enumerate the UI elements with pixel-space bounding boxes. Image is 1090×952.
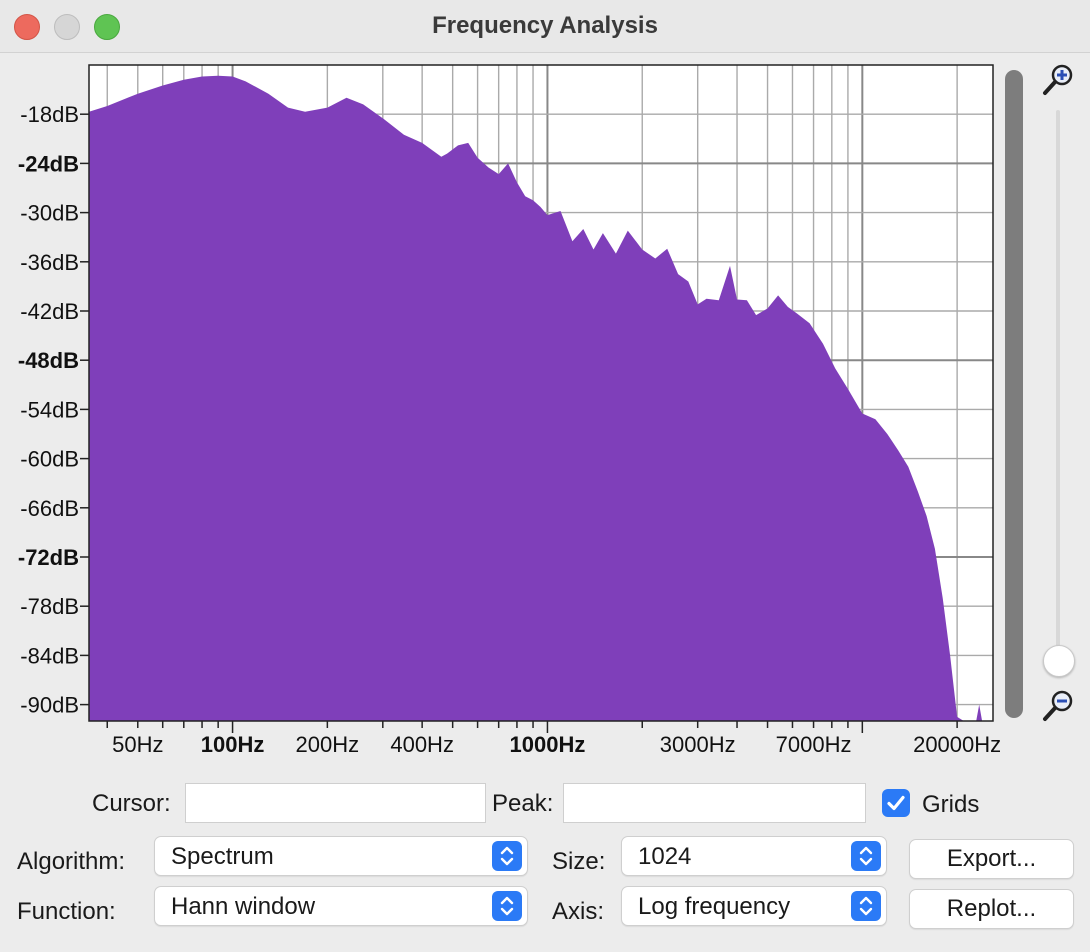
y-tick-label: -42dB: [20, 299, 79, 324]
x-tick-label: 400Hz: [390, 732, 454, 757]
size-label: Size:: [552, 848, 606, 875]
algorithm-label: Algorithm:: [17, 848, 126, 875]
zoom-slider-thumb[interactable]: [1043, 645, 1075, 677]
algorithm-value: Spectrum: [171, 843, 274, 870]
y-tick-label: -60dB: [20, 447, 79, 472]
chevron-updown-icon: [851, 891, 881, 921]
axis-label: Axis:: [552, 898, 605, 925]
zoom-in-icon[interactable]: [1040, 62, 1076, 98]
zoom-slider-track[interactable]: [1056, 110, 1060, 670]
y-tick-label: -66dB: [20, 496, 79, 521]
y-tick-label: -30dB: [20, 201, 79, 226]
x-axis-labels: 50Hz 100Hz 200Hz 400Hz 1000Hz 3000Hz 7000Hz 200…: [112, 732, 1000, 757]
chevron-updown-icon: [492, 891, 522, 921]
size-value: 1024: [638, 843, 692, 870]
peak-label: Peak:: [492, 790, 554, 817]
axis-select[interactable]: Log frequency: [621, 886, 887, 926]
cursor-field[interactable]: [185, 783, 486, 823]
x-tick-label: 20000Hz: [913, 732, 1000, 757]
y-tick-label: -90dB: [20, 693, 79, 718]
cursor-label: Cursor:: [92, 790, 171, 817]
vertical-scrollbar[interactable]: [1005, 70, 1023, 718]
y-tick-label: -84dB: [20, 643, 79, 668]
y-tick-label: -18dB: [20, 102, 79, 127]
y-tick-label: -72dB: [18, 545, 79, 570]
x-tick-label: 1000Hz: [510, 732, 586, 757]
chevron-updown-icon: [851, 841, 881, 871]
y-tick-label: -36dB: [20, 250, 79, 275]
function-value: Hann window: [171, 893, 316, 920]
grids-checkbox[interactable]: [882, 789, 910, 817]
y-axis-labels: -18dB -24dB -30dB -36dB -42dB -48dB -54dB -60dB…: [18, 102, 79, 717]
replot-button[interactable]: Replot...: [909, 889, 1074, 929]
y-axis-ticks: [80, 113, 89, 706]
axis-value: Log frequency: [638, 893, 791, 920]
function-label: Function:: [17, 898, 116, 925]
export-button[interactable]: Export...: [909, 839, 1074, 879]
y-tick-label: -54dB: [20, 397, 79, 422]
chevron-updown-icon: [492, 841, 522, 871]
y-tick-label: -78dB: [20, 594, 79, 619]
x-tick-label: 100Hz: [201, 732, 265, 757]
y-tick-label: -24dB: [18, 151, 79, 176]
x-tick-label: 200Hz: [296, 732, 360, 757]
zoom-out-icon[interactable]: [1040, 688, 1076, 724]
grids-label: Grids: [922, 791, 980, 818]
x-tick-label: 7000Hz: [776, 732, 852, 757]
function-select[interactable]: Hann window: [154, 886, 528, 926]
x-tick-label: 3000Hz: [660, 732, 736, 757]
checkmark-icon: [887, 795, 905, 811]
y-tick-label: -48dB: [18, 348, 79, 373]
spectrum-chart: -18dB -24dB -30dB -36dB -42dB -48dB -54dB -60dB…: [18, 64, 1000, 757]
x-tick-label: 50Hz: [112, 732, 163, 757]
peak-field[interactable]: [563, 783, 866, 823]
size-select[interactable]: 1024: [621, 836, 887, 876]
window-title: Frequency Analysis: [432, 12, 658, 39]
title-bar: Frequency Analysis: [0, 0, 1090, 53]
algorithm-select[interactable]: Spectrum: [154, 836, 528, 876]
